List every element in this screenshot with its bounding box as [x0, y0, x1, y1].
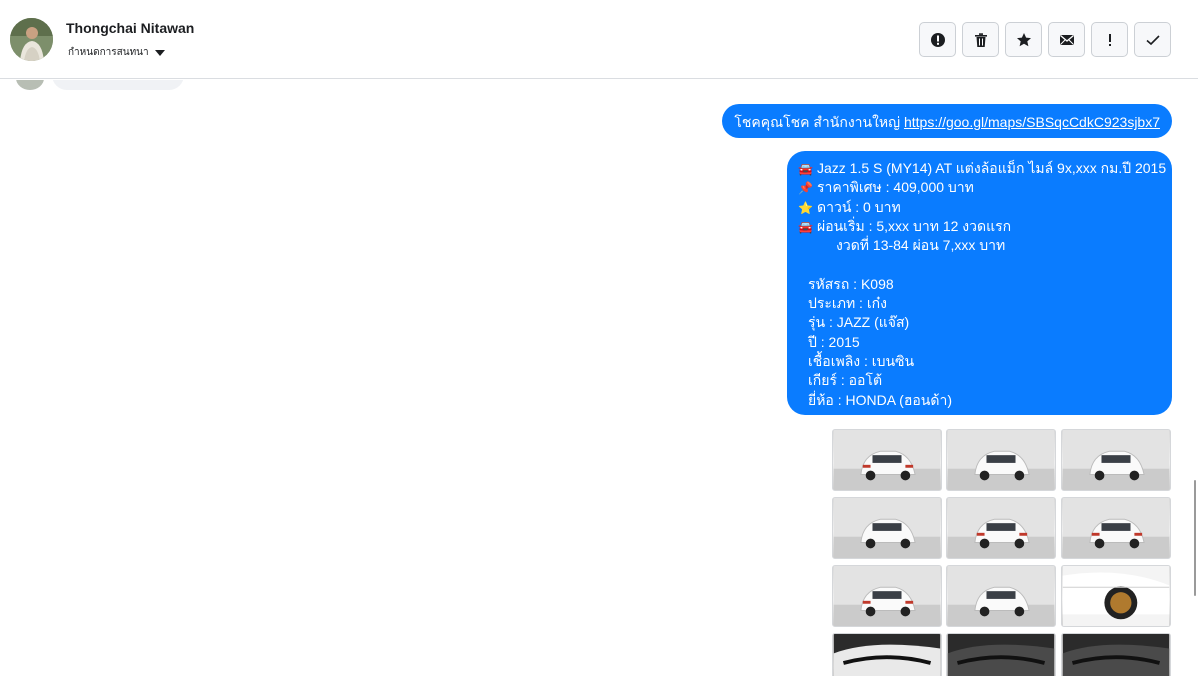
- contact-name[interactable]: Thongchai Nitawan: [66, 20, 194, 36]
- mark-spam-button[interactable]: [919, 22, 956, 57]
- car-rear-photo[interactable]: [1061, 497, 1171, 559]
- checkmark-icon: [1145, 34, 1160, 45]
- car-details-message: 🚘 Jazz 1.5 S (MY14) AT แต่งล้อแม็ก ไมล์ 9…: [787, 151, 1172, 415]
- car-interior-door-photo[interactable]: [832, 633, 942, 676]
- location-link-message: โชคคุณโชค สำนักงานใหญ่ https://goo.gl/ma…: [722, 104, 1172, 138]
- maps-link[interactable]: https://goo.gl/maps/SBSqcCdkC923sjbx7: [904, 114, 1160, 130]
- label-dropdown-text: กำหนดการสนทนา: [68, 47, 149, 58]
- car-rear-three-quarter-photo[interactable]: [946, 497, 1056, 559]
- car-wheel-closeup-photo[interactable]: [1061, 565, 1171, 627]
- previous-message-bubble: [52, 80, 184, 90]
- car-front-three-quarter-photo[interactable]: [946, 429, 1056, 491]
- detail-line-gear: เกียร์ : ออโต้: [808, 372, 883, 389]
- caret-down-icon: [154, 49, 165, 56]
- pushpin-emoji-icon: 📌: [798, 181, 813, 196]
- car-rear-open-trunk-photo[interactable]: [832, 429, 942, 491]
- detail-text: Jazz 1.5 S (MY14) AT แต่งล้อแม็ก ไมล์ 9x…: [817, 160, 1167, 176]
- conversation-header: Thongchai Nitawan กำหนดการสนทนา: [0, 0, 1198, 79]
- detail-line-installment: 🚘 ผ่อนเริ่ม : 5,xxx บาท 12 งวดแรก: [798, 217, 1161, 236]
- exclamation-icon: [1108, 33, 1111, 46]
- detail-line-code: รหัสรถ : K098: [808, 275, 894, 292]
- delete-button[interactable]: [962, 22, 999, 57]
- detail-line-brand: ยี่ห้อ : HONDA (ฮอนด้า): [808, 391, 952, 408]
- car-interior-console-photo[interactable]: [1061, 633, 1171, 676]
- mark-unread-button[interactable]: [1048, 22, 1085, 57]
- detail-line-installment-2: งวดที่ 13-84 ผ่อน 7,xxx บาท: [836, 237, 1006, 254]
- car-rear-left-photo[interactable]: [832, 565, 942, 627]
- detail-line-type: ประเภท : เก๋ง: [808, 295, 887, 312]
- trash-icon: [974, 32, 987, 47]
- detail-line-price: 📌 ราคาพิเศษ : 409,000 บาท: [798, 178, 1161, 197]
- car-front-photo[interactable]: [1061, 429, 1171, 491]
- car-side-photo[interactable]: [946, 565, 1056, 627]
- car-emoji-icon: 🚘: [798, 162, 813, 176]
- star-button[interactable]: [1005, 22, 1042, 57]
- scrollbar-thumb[interactable]: [1194, 480, 1196, 596]
- sender-avatar: [16, 80, 44, 90]
- detail-line-title: 🚘 Jazz 1.5 S (MY14) AT แต่งล้อแม็ก ไมล์ 9…: [798, 159, 1166, 178]
- star-emoji-icon: ⭐: [798, 200, 813, 215]
- star-icon: [1016, 32, 1031, 46]
- car-emoji-icon: 🚘: [798, 219, 813, 234]
- envelope-icon: [1059, 34, 1074, 45]
- alert-circle-icon: [930, 32, 945, 47]
- conversation-label-dropdown[interactable]: กำหนดการสนทนา: [68, 45, 165, 60]
- car-interior-dashboard-photo[interactable]: [946, 633, 1056, 676]
- link-message-prefix: โชคคุณโชค สำนักงานใหญ่: [734, 114, 904, 130]
- conversation-toolbar: [919, 22, 1171, 57]
- detail-text: ดาวน์ : 0 บาท: [817, 198, 901, 215]
- detail-line-down-payment: ⭐ ดาวน์ : 0 บาท: [798, 198, 1161, 217]
- detail-line-fuel: เชื้อเพลิง : เบนซิน: [808, 352, 915, 369]
- contact-avatar[interactable]: [10, 18, 53, 61]
- detail-text: ราคาพิเศษ : 409,000 บาท: [817, 179, 974, 196]
- mark-done-button[interactable]: [1134, 22, 1171, 57]
- detail-line-model: รุ่น : JAZZ (แจ๊ส): [808, 314, 910, 331]
- mark-important-button[interactable]: [1091, 22, 1128, 57]
- car-front-left-photo[interactable]: [832, 497, 942, 559]
- detail-text: ผ่อนเริ่ม : 5,xxx บาท 12 งวดแรก: [817, 217, 1012, 234]
- message-thread[interactable]: โชคคุณโชค สำนักงานใหญ่ https://goo.gl/ma…: [0, 80, 1198, 676]
- detail-line-year: ปี : 2015: [808, 333, 860, 350]
